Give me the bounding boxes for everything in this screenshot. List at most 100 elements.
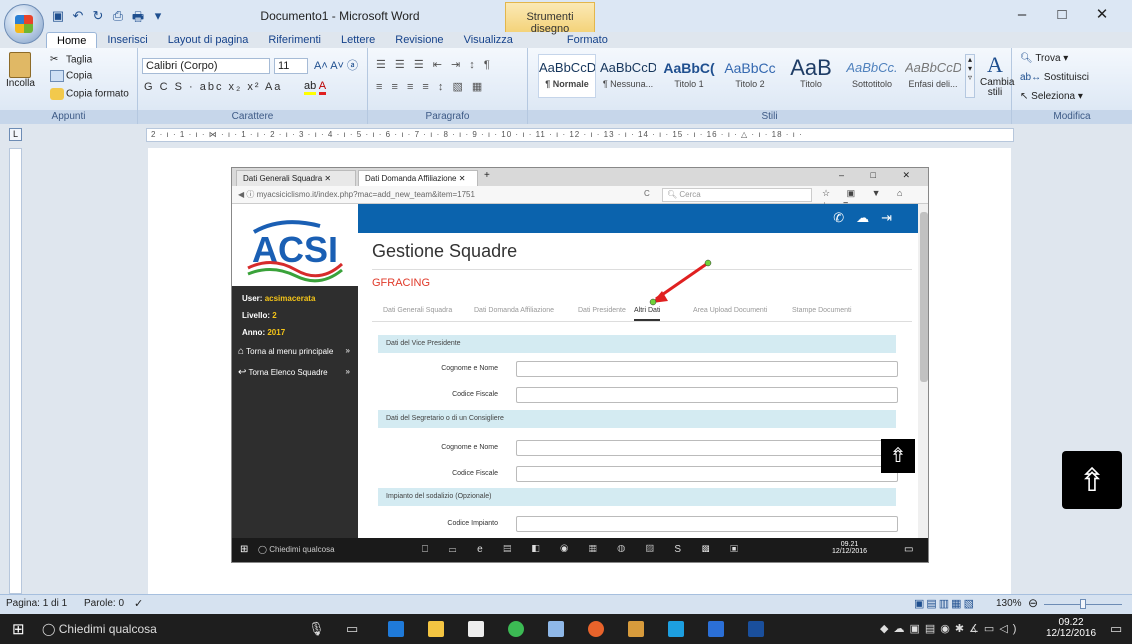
- chrome-icon[interactable]: [508, 621, 524, 637]
- zoom-level[interactable]: 130%: [996, 598, 1022, 609]
- tab-insert[interactable]: Inserisci: [97, 32, 157, 48]
- word-count[interactable]: Parole: 0: [84, 598, 124, 609]
- action-center-icon[interactable]: ▭: [1110, 621, 1122, 637]
- tab-references[interactable]: Riferimenti: [258, 32, 331, 48]
- windows-taskbar: ⊞ ◯ Chiedimi qualcosa 🎙︎ ▭ ◆☁▣▤◉✱∡▭◁) 09…: [0, 614, 1132, 644]
- style-normal[interactable]: AaBbCcDc¶ Normale: [538, 54, 596, 98]
- undo-icon[interactable]: ↶: [70, 8, 86, 30]
- close-button[interactable]: ✕: [1082, 4, 1122, 26]
- url-field: ◀ ⓘ myacsiciclismo.it/index.php?mac=add_…: [238, 190, 475, 199]
- minimize-button[interactable]: –: [1002, 4, 1042, 26]
- field-label: Codice Impianto: [447, 520, 498, 527]
- app-icon[interactable]: [548, 621, 564, 637]
- arrow-handle-icon[interactable]: [704, 259, 712, 267]
- copy-button[interactable]: Copia: [50, 70, 92, 82]
- cursor-icon: ↖: [1020, 91, 1029, 102]
- tab-page-layout[interactable]: Layout di pagina: [158, 32, 259, 48]
- annotation-arrow[interactable]: [640, 255, 720, 315]
- style-heading-2[interactable]: AaBbCc Titolo 2: [721, 54, 779, 98]
- font-size-combo[interactable]: 11: [274, 58, 308, 74]
- format-painter-button[interactable]: Copia formato: [50, 88, 129, 100]
- file-explorer-icon[interactable]: [428, 621, 444, 637]
- taskbar-search[interactable]: ◯ Chiedimi qualcosa: [42, 622, 157, 636]
- font-format-icons[interactable]: G C S · abc x₂ x² Aa: [144, 81, 282, 93]
- page-count[interactable]: Pagina: 1 di 1: [6, 598, 67, 609]
- print-icon[interactable]: 🖶: [130, 8, 146, 30]
- vertical-ruler[interactable]: [9, 148, 22, 594]
- paragraph-group: ☰ ☰ ☰ ⇤ ⇥ ↕ ¶ ≡ ≡ ≡ ≡ ↕ ▧ ▦ Paragrafo: [368, 48, 528, 124]
- list-buttons-icon[interactable]: ☰ ☰ ☰ ⇤ ⇥ ↕ ¶: [376, 58, 493, 71]
- print-preview-icon[interactable]: ⎙: [110, 8, 126, 30]
- chevron-right-icon: »: [345, 346, 350, 355]
- replace-button[interactable]: ab↔ Sostituisci: [1020, 72, 1089, 83]
- acsi-logo-icon: ACSI: [247, 220, 344, 283]
- zoom-slider-thumb[interactable]: [1080, 599, 1086, 609]
- font-family-combo[interactable]: Calibri (Corpo): [142, 58, 270, 74]
- browser-search-field: 🔍︎ Cerca: [662, 188, 812, 202]
- tab-format[interactable]: Formato: [557, 32, 618, 48]
- highlight-color-icon[interactable]: ab A: [304, 80, 327, 95]
- home-icon: ⌂: [238, 346, 245, 357]
- customize-qat-icon[interactable]: ▾: [150, 8, 166, 30]
- zoom-out-icon[interactable]: ⊖: [1028, 596, 1038, 610]
- change-styles-button[interactable]: A Cambia stili: [980, 52, 1014, 98]
- arrow-handle-icon[interactable]: [649, 298, 657, 306]
- taskbar-clock[interactable]: 09.22 12/12/2016: [1046, 617, 1096, 639]
- style-subtle-emphasis[interactable]: AaBbCcD(Enfasi deli...: [904, 54, 962, 98]
- task-view-icon[interactable]: ▭: [346, 621, 358, 637]
- copy-icon: [50, 70, 64, 82]
- input-field: [516, 361, 898, 377]
- maximize-button[interactable]: □: [1042, 4, 1082, 26]
- tab-dati-generali: Dati Generali Squadra: [383, 307, 453, 314]
- office-button[interactable]: [4, 4, 44, 44]
- app-icon[interactable]: [628, 621, 644, 637]
- header-icons: ✆☁⇥: [833, 210, 904, 226]
- firefox-icon[interactable]: [588, 621, 604, 637]
- field-label: Codice Fiscale: [452, 391, 498, 398]
- app-icon[interactable]: [708, 621, 724, 637]
- paste-button[interactable]: Incolla: [6, 52, 35, 89]
- font-group-label: Carattere: [138, 110, 367, 124]
- styles-scroll-icon[interactable]: ▴ ▾ ▿: [965, 54, 975, 98]
- windows-start-icon[interactable]: ⊞: [12, 620, 25, 638]
- style-subtitle[interactable]: AaBbCc. Sottotitolo: [843, 54, 901, 98]
- browser-tab-strip: Dati Generali Squadra ✕ Dati Domanda Aff…: [232, 168, 928, 186]
- store-icon[interactable]: [468, 621, 484, 637]
- proofing-icon[interactable]: ✓: [134, 597, 143, 610]
- cut-button[interactable]: ✂ Taglia: [50, 54, 92, 66]
- field-label: Cognome e Nome: [441, 444, 498, 451]
- find-button[interactable]: 🔍︎ Trova ▾: [1020, 53, 1068, 64]
- style-title[interactable]: AaB Titolo: [782, 54, 840, 98]
- view-buttons-icon[interactable]: ▣▤▥▦▧: [914, 597, 976, 610]
- save-icon[interactable]: ▣: [50, 8, 66, 30]
- input-field: [516, 387, 898, 403]
- site-header: ✆☁⇥: [358, 204, 918, 233]
- tab-selector-icon[interactable]: L: [9, 128, 22, 141]
- style-no-spacing[interactable]: AaBbCcDc¶ Nessuna...: [599, 54, 657, 98]
- tab-view[interactable]: Visualizza: [454, 32, 523, 48]
- quick-access-toolbar: ▣ ↶ ↻ ⎙ 🖶 ▾: [50, 8, 166, 30]
- clipboard-group: Incolla ✂ Taglia Copia Copia formato Appu…: [0, 48, 138, 124]
- paragraph-group-label: Paragrafo: [368, 110, 527, 124]
- redo-icon[interactable]: ↻: [90, 8, 106, 30]
- tab-review[interactable]: Revisione: [385, 32, 453, 48]
- select-button[interactable]: ↖ Seleziona ▾: [1020, 91, 1083, 102]
- input-field: [516, 466, 898, 482]
- alignment-buttons-icon[interactable]: ≡ ≡ ≡ ≡ ↕ ▧ ▦: [376, 80, 485, 93]
- embedded-screenshot[interactable]: Dati Generali Squadra ✕ Dati Domanda Aff…: [231, 167, 929, 563]
- grow-shrink-font-icon[interactable]: A˄ A˅ ⓐ: [314, 57, 358, 73]
- word-icon[interactable]: [748, 621, 764, 637]
- tab-mailings[interactable]: Lettere: [331, 32, 385, 48]
- ribbon: Incolla ✂ Taglia Copia Copia formato Appu…: [0, 48, 1132, 124]
- style-heading-1[interactable]: AaBbC(Titolo 1: [660, 54, 718, 98]
- inner-search: ◯ Chiedimi qualcosa: [258, 545, 335, 554]
- system-tray-icons[interactable]: ◆☁▣▤◉✱∡▭◁): [880, 622, 1021, 635]
- skype-icon[interactable]: [668, 621, 684, 637]
- horizontal-ruler[interactable]: 2 · ı · 1 · ı · ⋈ · ı · 1 · ı · 2 · ı · …: [146, 128, 1014, 142]
- browser-tab-acsi: Dati Domanda Affiliazione ✕: [358, 170, 478, 186]
- inner-windows-icon: ⊞: [240, 544, 249, 555]
- microphone-icon[interactable]: 🎙︎: [308, 621, 325, 637]
- scroll-top-icon[interactable]: ⇮: [1062, 451, 1122, 509]
- edge-icon[interactable]: [388, 621, 404, 637]
- tab-home[interactable]: Home: [46, 32, 98, 48]
